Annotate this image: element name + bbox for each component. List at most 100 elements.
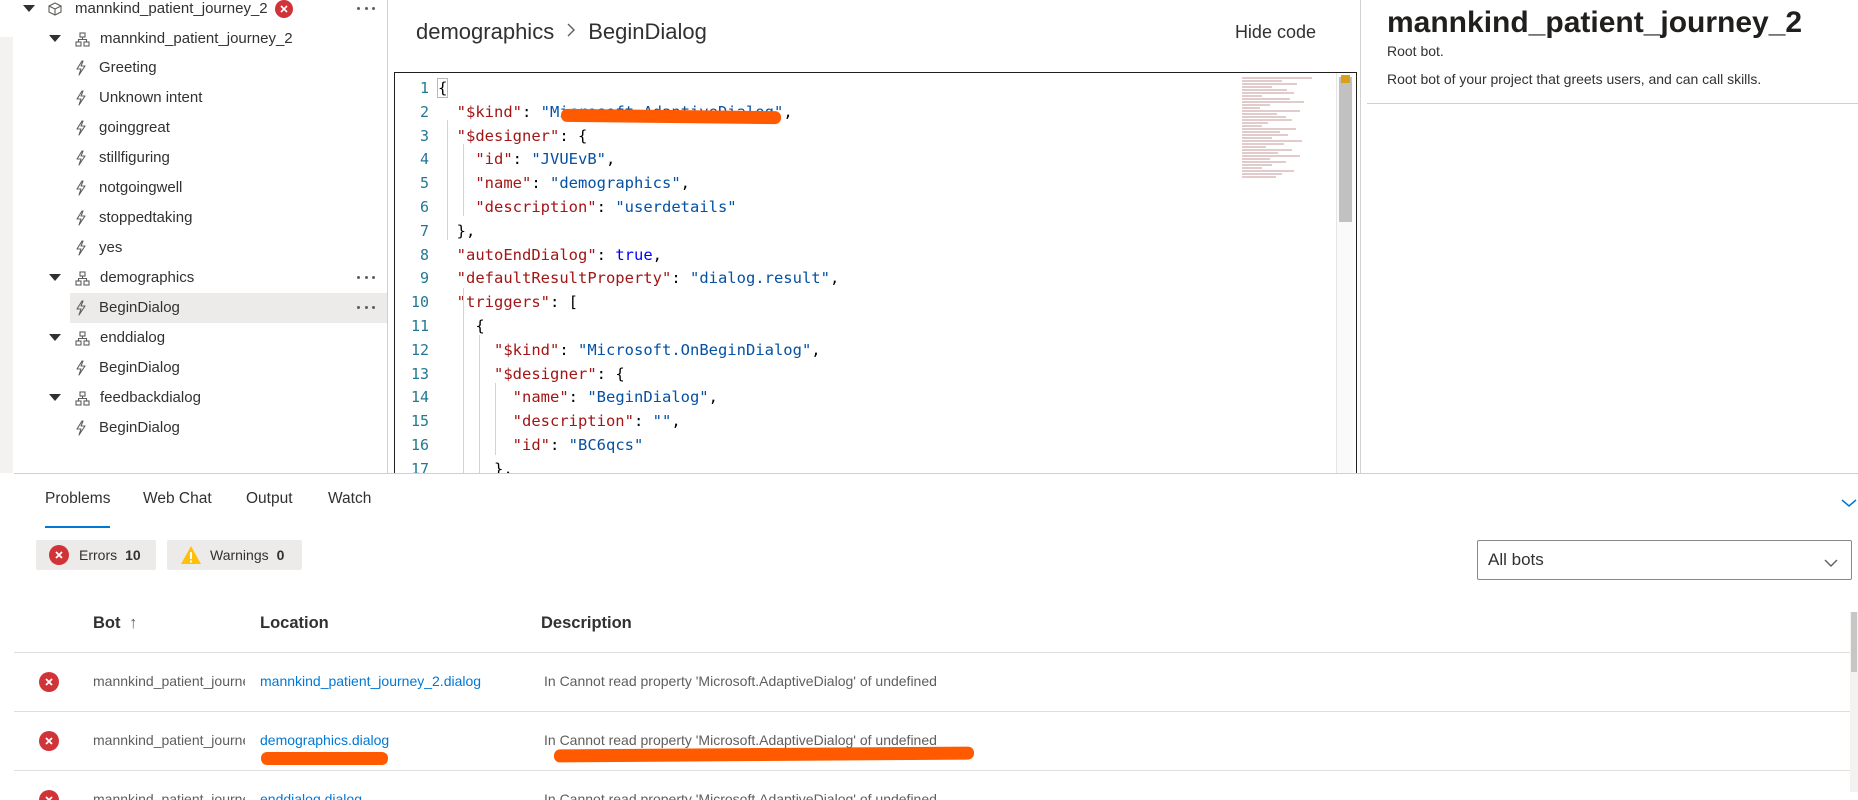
caret-down-icon[interactable]: [48, 32, 62, 46]
code-line[interactable]: "defaultResultProperty": "dialog.result"…: [438, 267, 1316, 291]
json-punctuation: : {: [559, 126, 588, 145]
more-options-icon[interactable]: [357, 1, 375, 15]
tree-item-label: Greeting: [99, 59, 157, 76]
tree-item-trigger[interactable]: Greeting: [14, 53, 387, 83]
column-header-description[interactable]: Description: [541, 614, 632, 633]
minimap-line: [1242, 155, 1300, 157]
caret-down-icon[interactable]: [48, 331, 62, 345]
problem-row[interactable]: mannkind_patient_journey_2 mannkind_patie…: [14, 653, 1858, 711]
minimap-line: [1242, 98, 1290, 100]
tree-item-trigger[interactable]: notgoingwell: [14, 173, 387, 203]
code-line[interactable]: },: [438, 458, 1316, 473]
code-line[interactable]: "name": "demographics",: [438, 172, 1316, 196]
caret-down-icon[interactable]: [22, 2, 36, 16]
tree-item-dialog[interactable]: enddialog: [14, 323, 387, 353]
tree-item-trigger[interactable]: BeginDialog: [70, 293, 387, 323]
problems-scrollbar[interactable]: [1850, 612, 1858, 792]
problem-location-link[interactable]: mannkind_patient_journey_2.dialog: [260, 673, 481, 689]
code-line[interactable]: "autoEndDialog": true,: [438, 244, 1316, 268]
lightning-bolt-icon: [73, 300, 89, 316]
problems-scrollbar-thumb[interactable]: [1851, 612, 1857, 672]
editor-scrollbar[interactable]: [1336, 73, 1353, 473]
code-lines[interactable]: { "$kind": "Microsoft.AdaptiveDialog", "…: [436, 77, 1316, 473]
errors-count: 10: [125, 547, 141, 563]
bot-filter-dropdown[interactable]: All bots: [1477, 540, 1852, 580]
json-punctuation: ,: [680, 174, 690, 193]
minimap-line: [1242, 161, 1286, 163]
problem-location-link[interactable]: demographics.dialog: [260, 732, 389, 748]
json-punctuation: :: [531, 174, 550, 193]
code-line[interactable]: "name": "BeginDialog",: [438, 386, 1316, 410]
lightning-bolt-icon: [73, 210, 89, 226]
tree-item-dialog[interactable]: demographics: [14, 263, 387, 293]
tree-item-trigger[interactable]: goinggreat: [14, 113, 387, 143]
json-punctuation: :: [512, 150, 532, 169]
breadcrumb-trigger[interactable]: BeginDialog: [588, 19, 707, 45]
collapse-panel-icon[interactable]: [1840, 496, 1858, 510]
tree-item-dialog[interactable]: feedbackdialog: [14, 383, 387, 413]
json-punctuation: ,: [829, 269, 840, 288]
code-line[interactable]: "$designer": {: [438, 363, 1316, 387]
json-string: "demographics": [550, 174, 681, 193]
problem-row[interactable]: mannkind_patient_journey_2 enddialog.dial…: [14, 771, 1858, 800]
json-punctuation: [438, 103, 457, 121]
tree-item-trigger[interactable]: BeginDialog: [14, 353, 387, 383]
tree-item-trigger[interactable]: yes: [14, 233, 387, 263]
tree-item-trigger[interactable]: stoppedtaking: [14, 203, 387, 233]
json-punctuation: [438, 365, 494, 383]
tree-item-dialog[interactable]: mannkind_patient_journey_2: [14, 24, 387, 54]
caret-down-icon[interactable]: [48, 271, 62, 285]
editor-scrollbar-thumb[interactable]: [1339, 77, 1352, 222]
annotation-underline: [560, 108, 782, 125]
caret-down-icon[interactable]: [48, 391, 62, 405]
code-line[interactable]: "id": "BC6qcs": [438, 434, 1316, 458]
bot-subtitle: Root bot.: [1387, 43, 1444, 59]
json-key: "description": [512, 412, 634, 431]
minimap-line: [1242, 110, 1300, 112]
column-header-location[interactable]: Location: [260, 614, 329, 633]
code-view: demographics BeginDialog Hide code 12345…: [389, 0, 1359, 473]
json-editor[interactable]: 1234567891011121314151617 { "$kind": "Mi…: [394, 72, 1357, 473]
json-punctuation: :: [596, 197, 616, 216]
minimap-line: [1242, 152, 1278, 154]
code-line[interactable]: {: [436, 77, 1316, 101]
code-line[interactable]: {: [438, 315, 1316, 339]
errors-filter[interactable]: Errors 10: [36, 540, 156, 570]
tab-web-chat[interactable]: Web Chat: [143, 490, 212, 528]
tree-item-trigger[interactable]: BeginDialog: [14, 413, 387, 443]
code-line[interactable]: "triggers": [: [438, 291, 1316, 315]
code-line[interactable]: "id": "JVUEvB",: [438, 148, 1316, 172]
code-line[interactable]: "$kind": "Microsoft.OnBeginDialog",: [438, 339, 1316, 363]
minimap-line: [1242, 146, 1266, 148]
code-line[interactable]: "$designer": {: [438, 125, 1316, 149]
code-line[interactable]: "description": "userdetails": [438, 196, 1316, 220]
minimap-line: [1242, 119, 1292, 121]
minimap-line: [1242, 149, 1292, 151]
tab-problems[interactable]: Problems: [45, 490, 111, 528]
code-line[interactable]: },: [438, 220, 1316, 244]
more-options-icon[interactable]: [357, 300, 375, 314]
dialog-hierarchy-icon: [74, 330, 90, 346]
more-options-icon[interactable]: [357, 270, 375, 284]
indent-guide: [447, 120, 448, 240]
json-string: "Microsoft.OnBeginDialog": [578, 340, 812, 359]
json-punctuation: {: [436, 78, 449, 98]
warnings-filter[interactable]: Warnings 0: [167, 540, 302, 570]
column-header-bot[interactable]: Bot ↑: [93, 614, 137, 633]
lightning-bolt-icon: [73, 120, 89, 136]
json-punctuation: [438, 436, 513, 454]
tree-item-trigger[interactable]: Unknown intent: [14, 83, 387, 113]
hide-code-button[interactable]: Hide code: [1235, 22, 1316, 43]
tab-output[interactable]: Output: [246, 490, 293, 528]
minimap-line: [1242, 176, 1276, 178]
json-punctuation: :: [671, 269, 690, 288]
editor-minimap[interactable]: [1242, 77, 1324, 217]
json-punctuation: :: [522, 102, 541, 121]
code-line[interactable]: "description": "",: [438, 410, 1316, 434]
tab-watch[interactable]: Watch: [328, 490, 371, 528]
tree-item-project[interactable]: mannkind_patient_journey_2: [14, 0, 387, 24]
problem-location-link[interactable]: enddialog.dialog: [260, 791, 362, 800]
tree-item-trigger[interactable]: stillfiguring: [14, 143, 387, 173]
line-number: 10: [410, 293, 429, 312]
breadcrumb-dialog[interactable]: demographics: [416, 19, 554, 45]
